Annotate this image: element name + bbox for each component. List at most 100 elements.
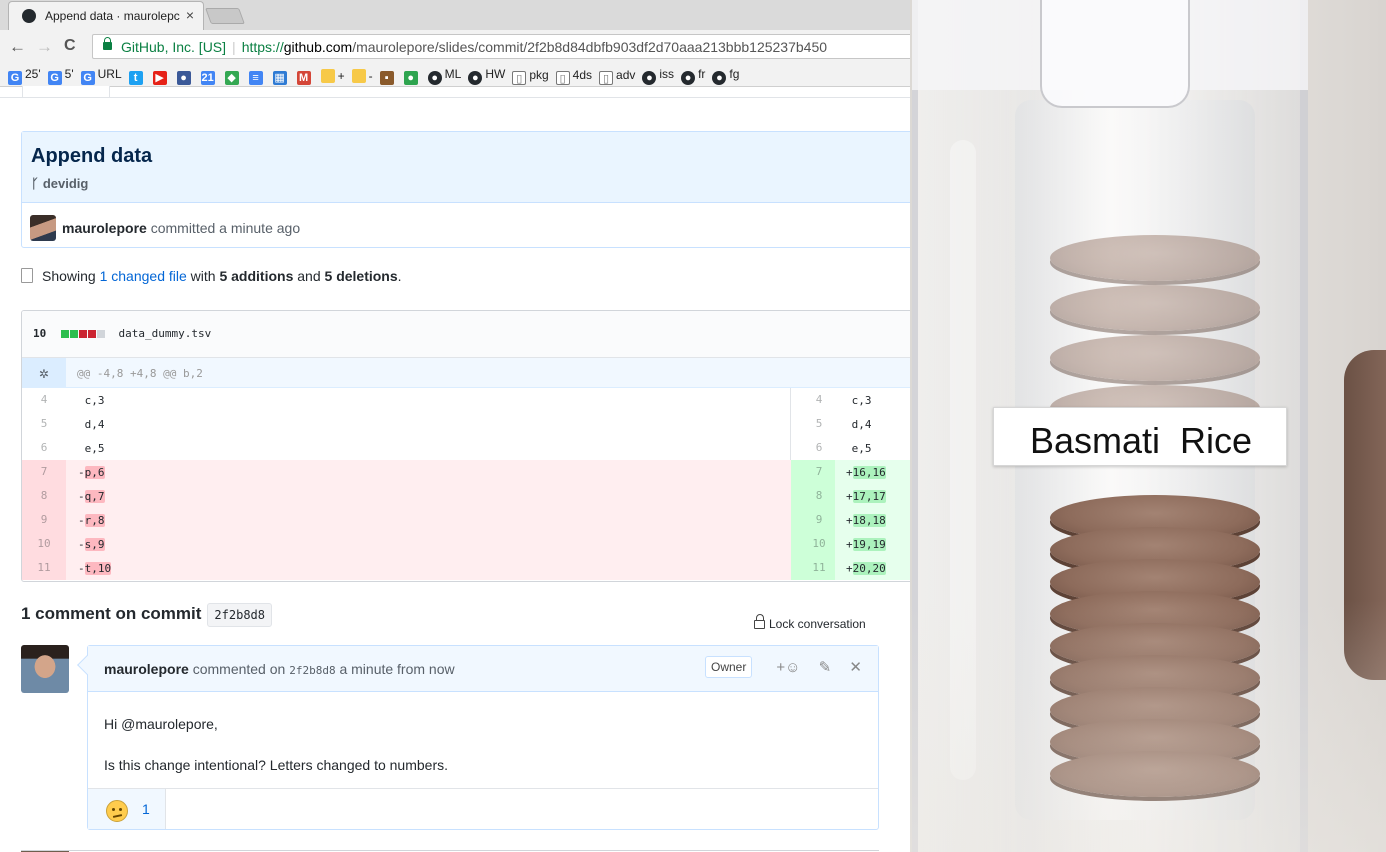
split-divider <box>790 388 791 412</box>
old-line-number[interactable]: 11 <box>22 561 66 574</box>
bookmark-item[interactable]: - <box>351 69 373 83</box>
reaction-count: 1 <box>142 801 150 817</box>
maps-icon: ◆ <box>224 71 239 85</box>
back-icon[interactable]: ← <box>9 37 26 57</box>
address-bar[interactable]: GitHub, Inc. [US] | https://github.com/mau… <box>92 34 910 59</box>
bookmark-item[interactable]: G URL <box>80 67 122 85</box>
commit-author[interactable]: maurolepore <box>62 220 147 236</box>
new-line-number[interactable]: 9 <box>797 513 841 526</box>
new-line-number[interactable]: 5 <box>797 417 841 430</box>
added-line-code: +17,17 <box>846 490 886 503</box>
old-line-number[interactable]: 5 <box>22 417 66 430</box>
github-icon: ● <box>427 71 442 85</box>
added-line-code: +18,18 <box>846 514 886 527</box>
edit-icon[interactable]: ✎ <box>819 659 832 676</box>
new-line-number[interactable]: 6 <box>797 441 841 454</box>
file-name[interactable]: data_dummy.tsv <box>119 327 212 340</box>
forward-icon[interactable]: → <box>36 37 53 57</box>
comment-sha[interactable]: 2f2b8d8 <box>289 664 335 677</box>
bookmark-item[interactable]: ≡ <box>248 67 266 85</box>
branch-name: devidig <box>42 176 89 191</box>
comment-time[interactable]: a minute from now <box>339 661 454 677</box>
bookmark-item[interactable]: ▯ pkg <box>512 68 549 85</box>
bookmark-item[interactable]: ▯ 4ds <box>555 68 592 85</box>
tab-commit[interactable]: Append data · maurolepc × <box>8 1 204 30</box>
comments-heading-text: 1 comment on commit <box>21 604 202 623</box>
repo-nav-border <box>0 86 910 98</box>
bookmark-item[interactable]: ● HW <box>468 67 505 85</box>
deletion-background <box>22 484 791 508</box>
delete-icon[interactable]: ✕ <box>849 659 862 676</box>
label-text: Basmati Rice <box>1029 420 1253 461</box>
branch-label[interactable]: ᚴ devidig <box>31 176 910 191</box>
changed-files-link[interactable]: 1 changed file <box>100 268 187 284</box>
bookmark-item[interactable]: ▯ adv <box>599 68 635 85</box>
avatar[interactable] <box>21 645 69 693</box>
deleted-sign: - <box>78 538 85 551</box>
bookmark-item[interactable]: M <box>296 67 314 85</box>
url-host: github.com <box>283 39 353 55</box>
owner-badge: Owner <box>705 656 753 678</box>
bookmark-item[interactable]: ● ML <box>427 67 461 85</box>
old-line-number[interactable]: 7 <box>22 465 66 478</box>
old-line-number[interactable]: 4 <box>22 393 66 406</box>
url-scheme: https:// <box>241 39 284 55</box>
comment-author[interactable]: maurolepore <box>104 661 189 677</box>
bookmarks-bar: G 25' G 5' G URL t ▶ ● 21 ◆ ≡ ▦ M + - ▪ ● ● ML ● HW ▯ pkg ▯ 4ds ▯ a… <box>0 63 910 87</box>
new-line-number[interactable]: 11 <box>797 561 841 574</box>
lock-conversation-button[interactable]: Lock conversation <box>754 614 866 631</box>
old-line-number[interactable]: 8 <box>22 489 66 502</box>
file-diff: 10 data_dummy.tsv ✲ @@ -4,8 +4,8 @@ b,2 … <box>21 310 910 582</box>
expand-icon[interactable]: ✲ <box>22 358 66 388</box>
bookmark-label: fg <box>729 67 740 81</box>
deletion-background <box>22 556 791 580</box>
branch-icon: ᚴ <box>31 176 39 191</box>
bookmark-item[interactable]: ▦ <box>272 67 290 85</box>
added-text: 20,20 <box>852 562 886 575</box>
bookmark-item[interactable]: 21 <box>200 67 218 85</box>
bookmark-item[interactable]: ◆ <box>224 67 242 85</box>
docs-icon: ≡ <box>248 71 263 85</box>
hunk-text: @@ -4,8 +4,8 @@ b,2 <box>77 367 203 380</box>
old-line-number[interactable]: 9 <box>22 513 66 526</box>
add-reaction-icon[interactable]: +☺ <box>776 659 800 676</box>
confused-face-icon <box>106 800 128 822</box>
bookmark-item[interactable]: ▶ <box>152 67 170 85</box>
page-icon: ▯ <box>599 70 614 85</box>
close-tab-icon[interactable]: × <box>186 7 194 23</box>
new-line-number[interactable]: 8 <box>797 489 841 502</box>
split-divider <box>790 412 791 436</box>
deleted-line-code: -p,6 <box>78 466 105 479</box>
new-line-code: d,4 <box>845 418 872 431</box>
deletions-count: 5 deletions <box>324 268 398 284</box>
new-line-number[interactable]: 10 <box>797 537 841 550</box>
tab-title: Append data · maurolepc <box>45 9 180 23</box>
old-line-number[interactable]: 6 <box>22 441 66 454</box>
commit-sha[interactable]: 2f2b8d8 <box>207 603 272 627</box>
avatar[interactable] <box>30 215 56 241</box>
bookmark-item[interactable]: ● <box>403 67 421 85</box>
file-diff-icon <box>21 268 33 283</box>
bookmark-item[interactable]: + <box>320 69 345 83</box>
new-line-number[interactable]: 4 <box>797 393 841 406</box>
reload-icon[interactable]: C <box>64 37 76 55</box>
confused-reaction-button[interactable]: 1 <box>88 789 166 829</box>
cookie <box>1050 235 1260 281</box>
keep-icon <box>351 69 366 83</box>
bookmark-item[interactable]: ▪ <box>379 67 397 85</box>
bookmark-item[interactable]: G 5' <box>47 67 74 85</box>
browser-window: Append data · maurolepc × ← → C GitHub, … <box>0 0 910 852</box>
bookmark-item[interactable]: ● fg <box>712 67 739 85</box>
commented-on-text: commented on <box>192 661 286 677</box>
diff-change-row: 8 -q,7 8 +17,17 <box>22 484 910 508</box>
bookmark-item[interactable]: ● iss <box>642 67 674 85</box>
bookmark-item[interactable]: G 25' <box>8 67 41 85</box>
summary-prefix: Showing <box>42 268 96 284</box>
bookmark-item[interactable]: t <box>128 67 146 85</box>
new-tab-button[interactable] <box>205 8 245 24</box>
bookmark-item[interactable]: ● fr <box>681 67 705 85</box>
new-line-number[interactable]: 7 <box>797 465 841 478</box>
twitter-icon: t <box>128 71 143 85</box>
bookmark-item[interactable]: ● <box>176 67 194 85</box>
old-line-number[interactable]: 10 <box>22 537 66 550</box>
